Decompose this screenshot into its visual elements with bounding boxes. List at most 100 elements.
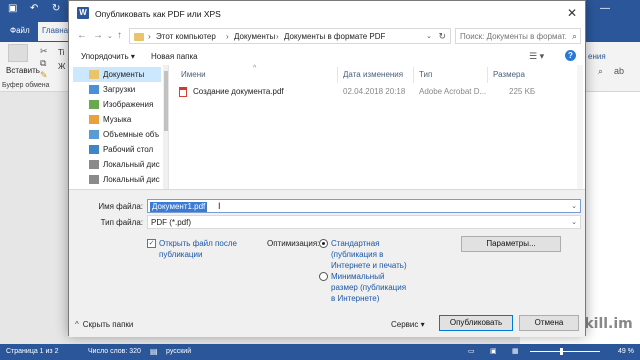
optimize-standard-radio[interactable] bbox=[319, 239, 328, 248]
tab-home[interactable]: Главна bbox=[38, 22, 73, 41]
minimal-line1: Минимальный bbox=[331, 272, 385, 281]
filename-field[interactable]: Документ1.pdf I ⌄ bbox=[147, 199, 581, 213]
cancel-button[interactable]: Отмена bbox=[519, 315, 579, 331]
nav-item-label: Объемные объ bbox=[103, 130, 160, 139]
open-after-label-line1: Открыть файл после bbox=[159, 239, 237, 248]
open-after-publish-label[interactable]: Открыть файл после публикации bbox=[159, 238, 237, 260]
new-folder-button[interactable]: Новая папка bbox=[151, 52, 198, 61]
help-icon[interactable]: ? bbox=[565, 50, 576, 61]
paste-label[interactable]: Вставить bbox=[6, 66, 40, 75]
breadcrumb-separator[interactable]: › bbox=[276, 32, 279, 41]
format-painter-icon[interactable]: ✎ bbox=[40, 70, 48, 81]
save-icon[interactable]: ▣ bbox=[8, 3, 17, 14]
dialog-bottom-panel: Имя файла: Документ1.pdf I ⌄ Тип файла: … bbox=[69, 189, 585, 337]
close-icon[interactable]: ✕ bbox=[567, 6, 577, 20]
paste-icon[interactable] bbox=[8, 44, 28, 62]
breadcrumb-this-pc[interactable]: Этот компьютер bbox=[156, 32, 216, 41]
refresh-icon[interactable]: ↻ bbox=[438, 31, 446, 42]
nav-item[interactable]: Рабочий стол bbox=[73, 142, 161, 157]
address-bar[interactable]: › Этот компьютер › Документы › Документы… bbox=[129, 28, 451, 44]
filename-value[interactable]: Документ1.pdf bbox=[150, 202, 208, 212]
tab-file[interactable]: Файл bbox=[10, 26, 30, 35]
back-arrow-icon[interactable]: ← bbox=[77, 30, 87, 41]
nav-item[interactable]: Изображения bbox=[73, 97, 161, 112]
filetype-select[interactable]: PDF (*.pdf) ⌄ bbox=[147, 215, 581, 229]
navigation-pane: Документы Загрузки Изображения Музыка Объемн… bbox=[73, 65, 169, 189]
bold-icon[interactable]: Ж bbox=[58, 62, 65, 71]
dialog-title-bar: W Опубликовать как PDF или XPS ✕ bbox=[69, 1, 585, 27]
nav-scrollbar-thumb[interactable] bbox=[164, 71, 168, 131]
open-after-publish-checkbox[interactable]: ✓ bbox=[147, 239, 156, 248]
filetype-dropdown-icon[interactable]: ⌄ bbox=[571, 218, 577, 226]
forward-arrow-icon[interactable]: → bbox=[93, 30, 103, 41]
tools-menu-button[interactable]: Сервис ▾ bbox=[391, 319, 425, 330]
recent-locations-chevron-icon[interactable]: ⌄ bbox=[107, 32, 113, 40]
nav-item-label: Документы bbox=[103, 70, 145, 79]
standard-line3: Интернете и печать) bbox=[331, 261, 407, 270]
column-header-type[interactable]: Тип bbox=[419, 70, 432, 79]
status-words[interactable]: Число слов: 320 bbox=[88, 348, 141, 355]
sort-arrow-icon: ^ bbox=[253, 65, 257, 72]
search-box[interactable]: ⌕ bbox=[455, 28, 581, 44]
up-arrow-icon[interactable]: ↑ bbox=[117, 30, 122, 41]
minimize-icon[interactable]: — bbox=[600, 3, 610, 14]
editing-icon[interactable]: ⌕ bbox=[598, 66, 603, 77]
status-language[interactable]: русский bbox=[166, 348, 191, 355]
optimize-standard-label[interactable]: Стандартная (публикация в Интернете и печа… bbox=[331, 238, 407, 271]
address-dropdown-icon[interactable]: ⌄ bbox=[426, 32, 432, 40]
column-header-name[interactable]: Имени bbox=[181, 70, 206, 79]
parameters-button[interactable]: Параметры... bbox=[461, 236, 561, 252]
status-zoom[interactable]: 49 % bbox=[618, 348, 634, 355]
optimize-minimal-label[interactable]: Минимальный размер (публикация в Интернете… bbox=[331, 271, 406, 304]
cut-icon[interactable]: ✂ bbox=[40, 46, 48, 57]
file-type: Adobe Acrobat D... bbox=[419, 87, 487, 96]
search-input[interactable] bbox=[456, 29, 566, 43]
status-page[interactable]: Страница 1 из 2 bbox=[6, 348, 58, 355]
undo-icon[interactable]: ↶ bbox=[30, 3, 38, 14]
breadcrumb-documents[interactable]: Документы bbox=[234, 32, 275, 41]
nav-item-label: Рабочий стол bbox=[103, 145, 154, 154]
zoom-slider[interactable] bbox=[530, 351, 600, 352]
optimize-minimal-radio[interactable] bbox=[319, 272, 328, 281]
nav-item-label: Загрузки bbox=[103, 85, 136, 94]
dialog-toolbar: Упорядочить ▾ Новая папка ☰ ▾ ? bbox=[69, 47, 585, 65]
column-header-modified[interactable]: Дата изменения bbox=[343, 70, 403, 79]
breadcrumb-pdf-documents[interactable]: Документы в формате PDF bbox=[284, 32, 385, 41]
nav-item[interactable]: Локальный дис bbox=[73, 172, 161, 187]
view-options-icon[interactable]: ☰ ▾ bbox=[529, 51, 544, 62]
organize-button[interactable]: Упорядочить ▾ bbox=[81, 52, 135, 61]
nav-item[interactable]: Документы bbox=[73, 67, 161, 82]
column-divider[interactable] bbox=[413, 67, 414, 83]
file-row[interactable]: Создание документа.pdf 02.04.2018 20:18 … bbox=[173, 85, 579, 99]
file-name[interactable]: Создание документа.pdf bbox=[193, 87, 284, 96]
publish-button[interactable]: Опубликовать bbox=[439, 315, 513, 331]
breadcrumb-separator[interactable]: › bbox=[226, 32, 229, 41]
nav-item-label: Музыка bbox=[103, 115, 132, 124]
optimize-label: Оптимизация: bbox=[267, 239, 320, 248]
nav-item[interactable]: Объемные объ bbox=[73, 127, 161, 142]
column-divider[interactable] bbox=[487, 67, 488, 83]
nav-item[interactable]: Загрузки bbox=[73, 82, 161, 97]
nav-item[interactable]: Музыка bbox=[73, 112, 161, 127]
music-folder-icon bbox=[89, 115, 99, 124]
web-layout-icon[interactable]: ▦ bbox=[512, 347, 519, 355]
print-layout-icon[interactable]: ▣ bbox=[490, 347, 497, 355]
proofing-icon[interactable]: ▤ bbox=[150, 347, 158, 356]
file-list-scrollbar[interactable] bbox=[577, 65, 583, 189]
read-mode-icon[interactable]: ▭ bbox=[468, 347, 475, 355]
filename-dropdown-icon[interactable]: ⌄ bbox=[571, 202, 577, 210]
standard-line1: Стандартная bbox=[331, 239, 380, 248]
redo-icon[interactable]: ↻ bbox=[52, 3, 60, 14]
nav-item[interactable]: Локальный дис bbox=[73, 157, 161, 172]
breadcrumb-separator[interactable]: › bbox=[148, 32, 151, 41]
font-box-fragment[interactable]: Ti bbox=[58, 48, 64, 57]
search-icon[interactable]: ⌕ bbox=[572, 31, 577, 42]
nav-scrollbar[interactable] bbox=[163, 65, 168, 189]
column-divider[interactable] bbox=[337, 67, 338, 83]
clipboard-group-label: Буфер обмена bbox=[2, 82, 50, 89]
column-header-size[interactable]: Размера bbox=[493, 70, 525, 79]
copy-icon[interactable]: ⧉ bbox=[40, 58, 46, 69]
zoom-slider-thumb[interactable] bbox=[560, 348, 563, 355]
hide-folders-button[interactable]: ^ Скрыть папки bbox=[75, 320, 133, 329]
replace-icon[interactable]: ab bbox=[614, 66, 624, 76]
